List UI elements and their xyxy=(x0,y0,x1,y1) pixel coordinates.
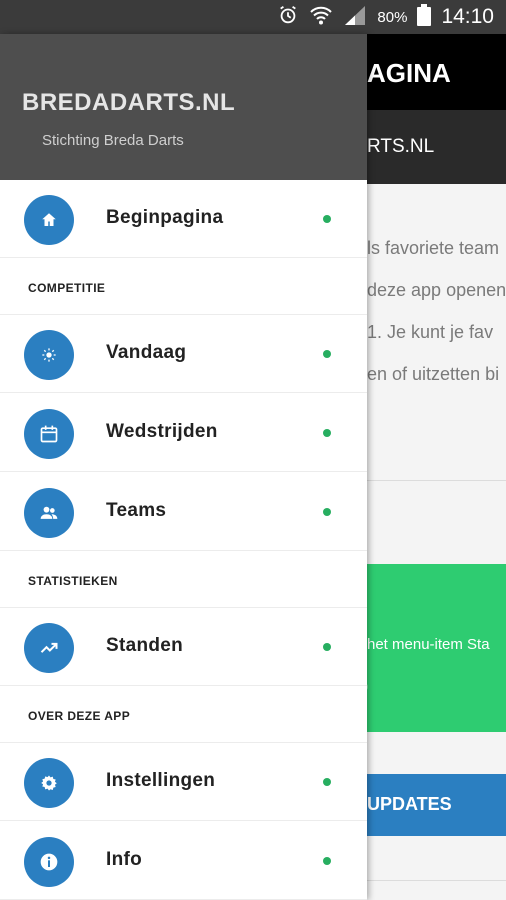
status-bar: 80% 14:10 xyxy=(0,0,506,34)
menu-item-standen[interactable]: Standen xyxy=(0,608,367,686)
section-label: OVER DEZE APP xyxy=(28,709,131,723)
section-label: COMPETITIE xyxy=(28,281,106,295)
menu-item-teams[interactable]: Teams xyxy=(0,473,367,551)
trending-up-icon xyxy=(24,623,74,673)
brand-title: BREDADARTS.NL xyxy=(22,89,236,116)
info-card: het menu-item Sta ) xyxy=(363,564,506,732)
divider xyxy=(367,480,506,481)
menu-item-label: Instellingen xyxy=(106,770,216,791)
divider xyxy=(367,880,506,881)
page-text-line: ls favoriete team xyxy=(367,238,500,258)
wifi-icon xyxy=(309,4,333,31)
page-title: AGINA xyxy=(367,58,451,88)
menu-item-label: Wedstrijden xyxy=(106,421,218,442)
menu-item-instellingen[interactable]: Instellingen xyxy=(0,743,367,821)
section-label: STATISTIEKEN xyxy=(28,574,118,588)
status-dot xyxy=(323,857,331,865)
calendar-icon xyxy=(24,409,74,459)
drawer-header: BREDADARTS.NL Stichting Breda Darts xyxy=(0,34,367,180)
updates-button-label: UPDATES xyxy=(367,794,452,814)
clock: 14:10 xyxy=(441,5,494,28)
updates-button[interactable]: UPDATES xyxy=(367,774,506,836)
section-header-competitie: COMPETITIE xyxy=(0,259,367,315)
status-dot xyxy=(323,429,331,437)
page-text-line: deze app openen xyxy=(367,280,506,300)
status-dot xyxy=(323,350,331,358)
gear-icon xyxy=(24,758,74,808)
status-dot xyxy=(323,643,331,651)
info-icon xyxy=(24,837,74,887)
brand-tagline: Stichting Breda Darts xyxy=(42,132,184,149)
navigation-drawer: BREDADARTS.NL Stichting Breda Darts Begi… xyxy=(0,34,367,900)
status-dot xyxy=(323,778,331,786)
status-dot xyxy=(323,215,331,223)
info-card-text: het menu-item Sta xyxy=(367,636,490,653)
home-icon xyxy=(24,195,74,245)
status-dot xyxy=(323,508,331,516)
section-header-statistieken: STATISTIEKEN xyxy=(0,552,367,608)
menu-item-label: Vandaag xyxy=(106,342,187,363)
battery-percent: 80% xyxy=(377,8,408,26)
menu-item-label: Teams xyxy=(106,500,167,521)
menu-item-label: Beginpagina xyxy=(106,207,224,228)
menu-item-vandaag[interactable]: Vandaag xyxy=(0,315,367,393)
alarm-icon xyxy=(277,4,299,31)
page-text-line: en of uitzetten bi xyxy=(367,364,500,384)
menu-item-label: Info xyxy=(106,849,143,870)
menu-item-label: Standen xyxy=(106,635,184,656)
battery-icon xyxy=(417,3,432,31)
sun-icon xyxy=(24,330,74,380)
menu-item-wedstrijden[interactable]: Wedstrijden xyxy=(0,394,367,472)
menu-item-beginpagina[interactable]: Beginpagina xyxy=(0,180,367,258)
signal-icon xyxy=(343,4,367,31)
section-header-over-deze-app: OVER DEZE APP xyxy=(0,687,367,743)
people-icon xyxy=(24,488,74,538)
page-text-line: 1. Je kunt je fav xyxy=(367,322,494,342)
menu-item-info[interactable]: Info xyxy=(0,822,367,900)
page-subtitle: RTS.NL xyxy=(367,136,435,157)
